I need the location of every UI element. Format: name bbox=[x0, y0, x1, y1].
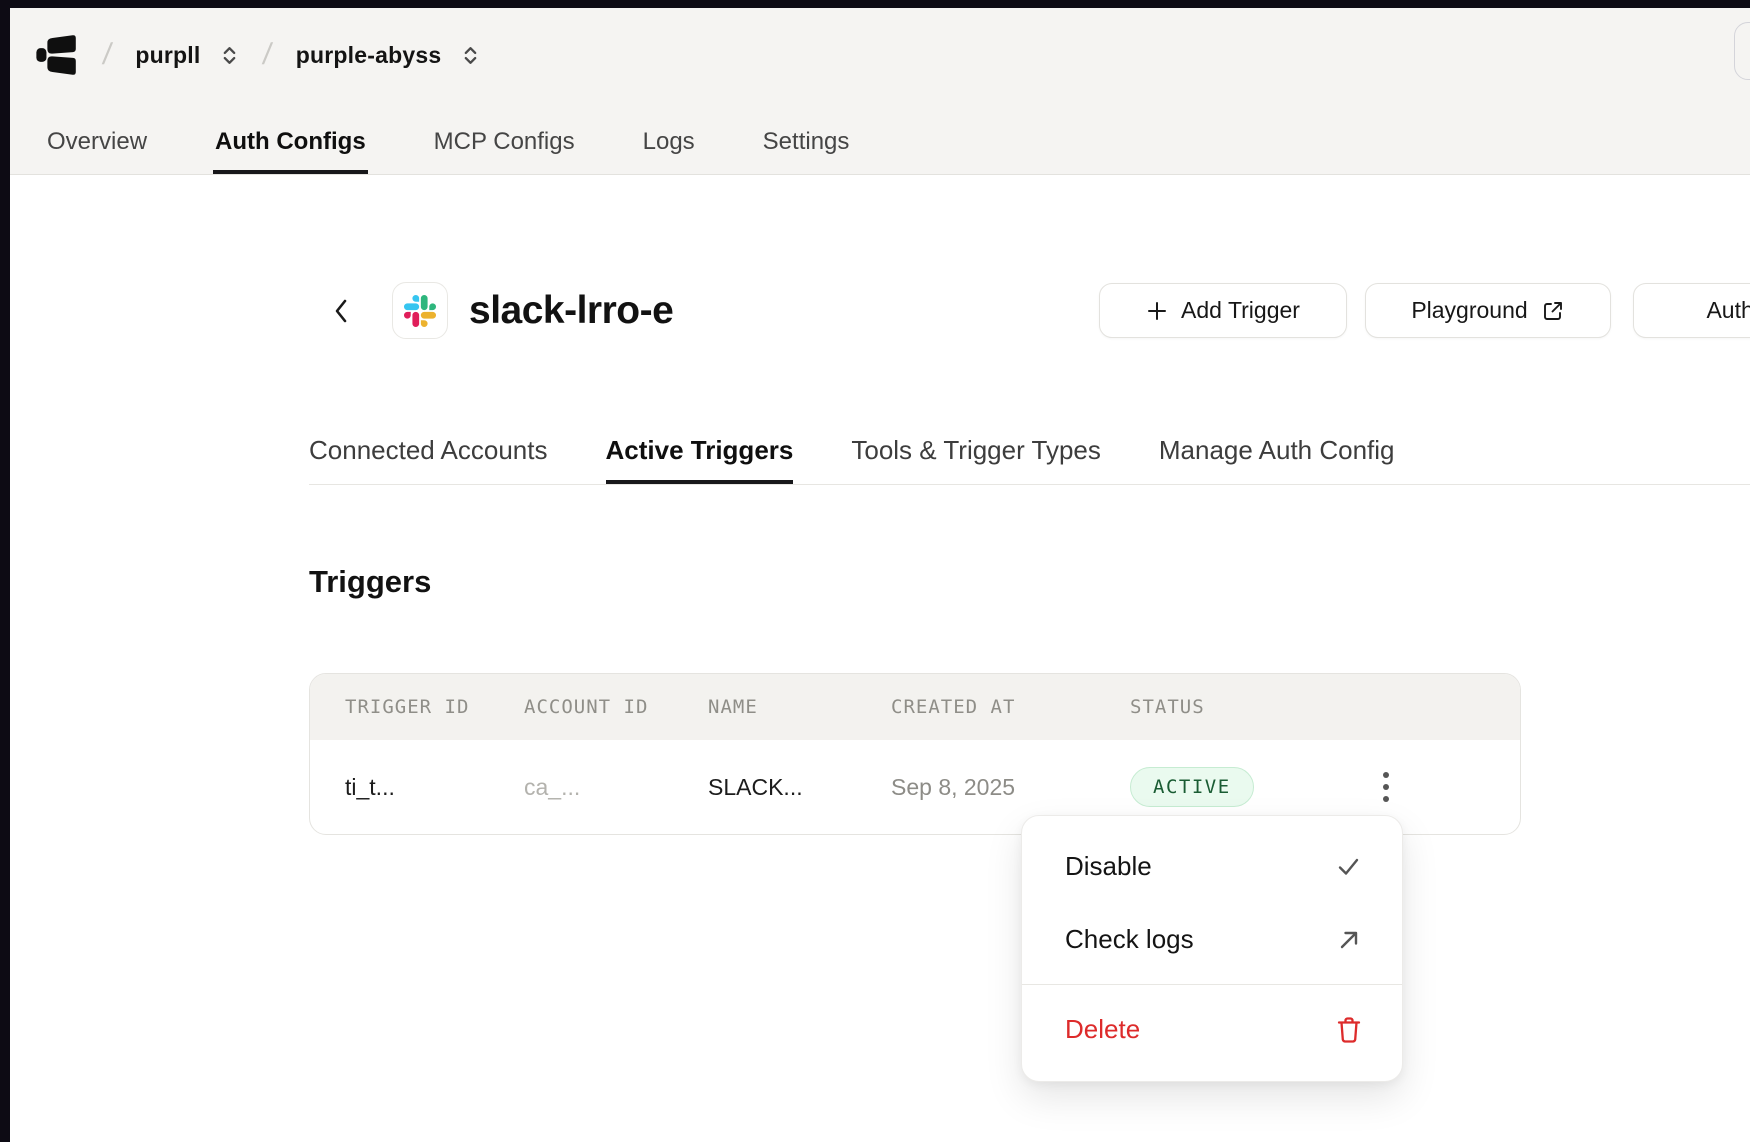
cell-account-id: ca_... bbox=[524, 774, 708, 801]
status-badge: ACTIVE bbox=[1130, 767, 1254, 807]
menu-item-delete[interactable]: Delete bbox=[1022, 993, 1402, 1066]
column-header-status: STATUS bbox=[1130, 696, 1350, 718]
menu-item-disable-label: Disable bbox=[1065, 851, 1152, 882]
detail-subtabs: Connected Accounts Active Triggers Tools… bbox=[309, 437, 1750, 485]
breadcrumb-org[interactable]: purpll bbox=[135, 42, 200, 69]
menu-divider bbox=[1022, 984, 1402, 985]
row-actions-button[interactable] bbox=[1368, 765, 1404, 809]
breadcrumb-separator: / bbox=[101, 38, 114, 72]
app-viewport: / purpll / purple-abyss Overview Auth Co… bbox=[10, 8, 1750, 1142]
cell-trigger-id: ti_t... bbox=[345, 774, 524, 801]
menu-item-check-logs-label: Check logs bbox=[1065, 924, 1194, 955]
arrow-up-right-icon bbox=[1337, 927, 1362, 952]
cell-created-at: Sep 8, 2025 bbox=[891, 774, 1130, 801]
add-trigger-label: Add Trigger bbox=[1181, 297, 1300, 324]
menu-item-check-logs[interactable]: Check logs bbox=[1022, 903, 1402, 976]
chevron-left-icon bbox=[330, 296, 352, 326]
slack-app-icon-box bbox=[392, 282, 448, 339]
page-title-row: slack-lrro-e Add Trigger Playground Auth… bbox=[10, 282, 1750, 339]
slack-icon bbox=[404, 295, 436, 327]
tab-overview[interactable]: Overview bbox=[45, 112, 149, 174]
kebab-menu-icon bbox=[1382, 770, 1390, 804]
project-switcher-chevron-icon[interactable] bbox=[461, 44, 480, 67]
column-header-created-at: CREATED AT bbox=[891, 696, 1130, 718]
subtab-connected-accounts[interactable]: Connected Accounts bbox=[309, 437, 548, 484]
window-frame: / purpll / purple-abyss Overview Auth Co… bbox=[0, 0, 1750, 1142]
plus-icon bbox=[1146, 300, 1168, 322]
tab-settings[interactable]: Settings bbox=[761, 112, 852, 174]
triggers-table: TRIGGER ID ACCOUNT ID NAME CREATED AT ST… bbox=[309, 673, 1521, 835]
page-title: slack-lrro-e bbox=[469, 282, 673, 339]
org-switcher-chevron-icon[interactable] bbox=[220, 44, 239, 67]
subtab-active-triggers[interactable]: Active Triggers bbox=[606, 437, 794, 484]
table-header-row: TRIGGER ID ACCOUNT ID NAME CREATED AT ST… bbox=[310, 674, 1520, 740]
breadcrumb: / purpll / purple-abyss bbox=[10, 8, 480, 102]
auth-config-button-partial[interactable]: Auth Co bbox=[1633, 283, 1750, 338]
main-nav-tabs: Overview Auth Configs MCP Configs Logs S… bbox=[10, 112, 851, 174]
column-header-account-id: ACCOUNT ID bbox=[524, 696, 708, 718]
playground-button[interactable]: Playground bbox=[1365, 283, 1611, 338]
menu-item-disable[interactable]: Disable bbox=[1022, 830, 1402, 903]
external-link-icon bbox=[1541, 299, 1565, 323]
breadcrumb-project[interactable]: purple-abyss bbox=[296, 42, 442, 69]
check-icon bbox=[1335, 853, 1362, 880]
section-title-triggers: Triggers bbox=[309, 564, 431, 600]
playground-label: Playground bbox=[1411, 297, 1527, 324]
subtab-manage-auth-config[interactable]: Manage Auth Config bbox=[1159, 437, 1395, 484]
back-button[interactable] bbox=[324, 294, 358, 328]
column-header-name: NAME bbox=[708, 696, 891, 718]
header-action-button-partial[interactable] bbox=[1734, 22, 1750, 80]
trash-icon bbox=[1336, 1016, 1362, 1044]
tab-auth-configs[interactable]: Auth Configs bbox=[213, 112, 368, 174]
menu-item-delete-label: Delete bbox=[1065, 1014, 1140, 1045]
column-header-trigger-id: TRIGGER ID bbox=[345, 696, 524, 718]
tab-logs[interactable]: Logs bbox=[641, 112, 697, 174]
add-trigger-button[interactable]: Add Trigger bbox=[1099, 283, 1347, 338]
cell-name: SLACK... bbox=[708, 774, 891, 801]
subtab-tools-trigger-types[interactable]: Tools & Trigger Types bbox=[851, 437, 1101, 484]
breadcrumb-separator: / bbox=[261, 38, 274, 72]
row-context-menu: Disable Check logs Delete bbox=[1021, 815, 1403, 1082]
auth-config-label: Auth Co bbox=[1706, 297, 1750, 324]
top-header: / purpll / purple-abyss Overview Auth Co… bbox=[10, 8, 1750, 175]
tab-mcp-configs[interactable]: MCP Configs bbox=[432, 112, 577, 174]
composio-logo-icon[interactable] bbox=[35, 32, 79, 78]
